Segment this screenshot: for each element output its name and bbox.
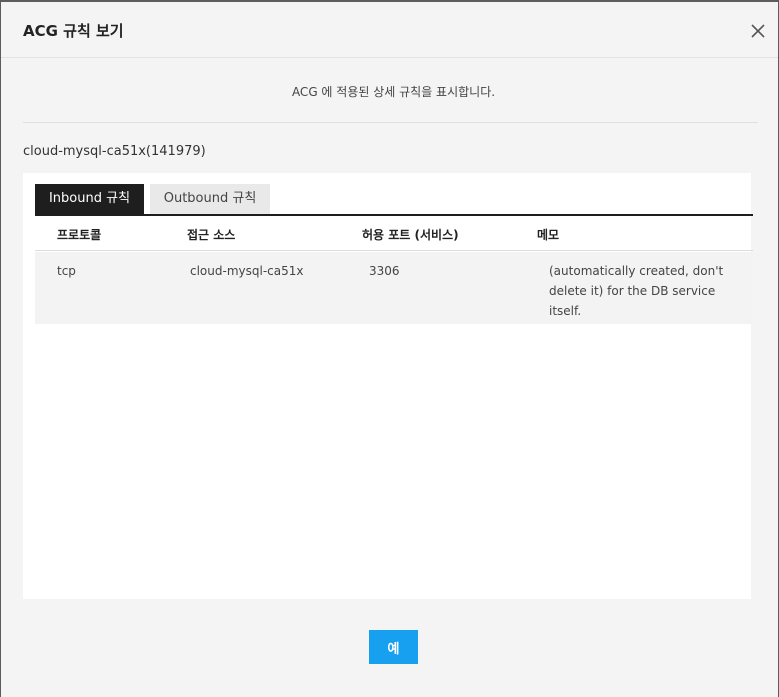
column-header-protocol: 프로토콜 <box>57 228 102 242</box>
cell-protocol: tcp <box>57 264 76 278</box>
table-header: 프로토콜 접근 소스 허용 포트 (서비스) 메모 <box>35 216 753 251</box>
column-header-memo: 메모 <box>537 228 560 242</box>
modal-description: ACG 에 적용된 상세 규칙을 표시합니다. <box>291 85 496 99</box>
cell-source: cloud-mysql-ca51x <box>190 264 304 278</box>
divider <box>23 122 758 123</box>
cell-port: 3306 <box>369 264 400 278</box>
modal-header: ACG 규칙 보기 <box>1 2 778 58</box>
acg-rules-modal: ACG 규칙 보기 ACG 에 적용된 상세 규칙을 표시합니다. cloud-… <box>1 2 778 697</box>
rules-panel: Inbound 규칙 Outbound 규칙 프로토콜 접근 소스 허용 포트 … <box>23 173 753 599</box>
tab-inbound[interactable]: Inbound 규칙 <box>35 184 144 214</box>
modal-title: ACG 규칙 보기 <box>23 22 124 40</box>
close-icon <box>751 24 765 38</box>
cell-memo: (automatically created, don't delete it)… <box>549 264 724 318</box>
tab-outbound[interactable]: Outbound 규칙 <box>150 184 270 214</box>
column-header-source: 접근 소스 <box>187 228 236 242</box>
table-row: tcp cloud-mysql-ca51x 3306 (automaticall… <box>35 252 753 324</box>
ok-button[interactable]: 예 <box>369 630 418 664</box>
close-button[interactable] <box>749 22 767 40</box>
resource-name: cloud-mysql-ca51x(141979) <box>23 144 206 159</box>
column-header-port: 허용 포트 (서비스) <box>362 228 459 242</box>
